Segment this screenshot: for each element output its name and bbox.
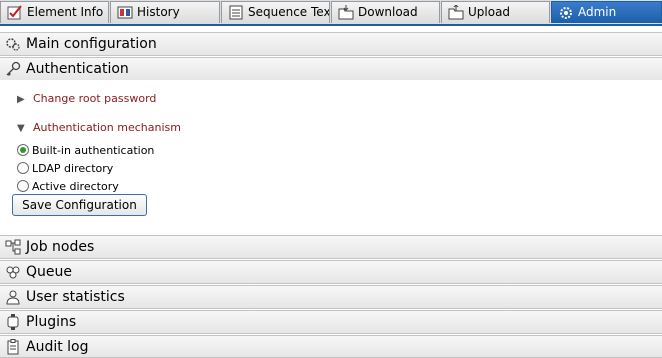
authentication-panel: ▶ Change root password ▼ Authentication me… xyxy=(0,80,662,232)
radio-builtin-authentication[interactable]: Built-in authentication xyxy=(17,144,154,157)
section-title: Job nodes xyxy=(26,239,95,255)
tab-upload[interactable]: Upload xyxy=(441,1,550,23)
section-authentication[interactable]: Authentication xyxy=(0,57,662,81)
section-job-nodes[interactable]: Job nodes xyxy=(0,235,662,259)
section-title: Queue xyxy=(26,264,72,280)
plugin-icon xyxy=(7,314,19,330)
settings-gears-icon xyxy=(6,38,20,51)
section-title: Authentication xyxy=(26,61,129,77)
section-title: Audit log xyxy=(26,339,89,355)
tab-bar: Element Info History Sequence Text Downl… xyxy=(0,0,662,26)
authentication-mechanism-toggle[interactable]: ▼ Authentication mechanism xyxy=(17,121,181,134)
queue-icon xyxy=(6,266,20,279)
section-user-statistics[interactable]: User statistics xyxy=(0,285,662,309)
tab-label: Upload xyxy=(468,5,511,19)
nodes-icon xyxy=(5,239,21,255)
radio-label: LDAP directory xyxy=(32,162,114,175)
users-icon xyxy=(6,290,20,305)
tab-history[interactable]: History xyxy=(110,1,220,23)
radio-ldap-directory[interactable]: LDAP directory xyxy=(17,162,113,175)
tab-label: Sequence Text xyxy=(248,5,330,19)
collapse-triangle-icon: ▼ xyxy=(17,123,25,134)
radio-active-directory[interactable]: Active directory xyxy=(17,180,119,193)
section-title: Main configuration xyxy=(26,36,157,52)
radio-label: Active directory xyxy=(32,180,119,193)
section-audit-log[interactable]: Audit log xyxy=(0,335,662,358)
radio-label: Built-in authentication xyxy=(32,144,155,157)
section-title: User statistics xyxy=(26,289,125,305)
element-info-icon xyxy=(7,5,22,20)
radio-button[interactable] xyxy=(17,144,29,156)
clipboard-icon xyxy=(7,339,19,355)
tab-label: History xyxy=(137,5,180,19)
folder-download-icon xyxy=(338,5,354,20)
tab-download[interactable]: Download xyxy=(331,1,440,23)
tab-label: Admin xyxy=(578,5,617,19)
section-title: Plugins xyxy=(26,314,77,330)
section-plugins[interactable]: Plugins xyxy=(0,310,662,334)
radio-button[interactable] xyxy=(17,180,29,192)
section-main-configuration[interactable]: Main configuration xyxy=(0,32,662,56)
tab-label: Element Info xyxy=(27,5,104,19)
tab-element-info[interactable]: Element Info xyxy=(0,1,109,23)
tab-admin[interactable]: Admin xyxy=(551,1,662,23)
change-root-password-label: Change root password xyxy=(33,92,157,105)
authentication-mechanism-label: Authentication mechanism xyxy=(33,121,181,134)
key-icon xyxy=(6,61,21,76)
tab-sequence-text[interactable]: Sequence Text xyxy=(221,1,330,23)
change-root-password-toggle[interactable]: ▶ Change root password xyxy=(17,92,156,105)
tab-label: Download xyxy=(358,5,418,19)
section-queue[interactable]: Queue xyxy=(0,260,662,284)
document-icon xyxy=(229,5,243,20)
radio-button[interactable] xyxy=(17,162,29,174)
folder-upload-icon xyxy=(448,5,464,20)
history-icon xyxy=(117,6,133,19)
expand-triangle-icon: ▶ xyxy=(17,94,25,105)
save-configuration-button[interactable]: Save Configuration xyxy=(12,194,147,216)
admin-gear-icon xyxy=(560,7,572,19)
